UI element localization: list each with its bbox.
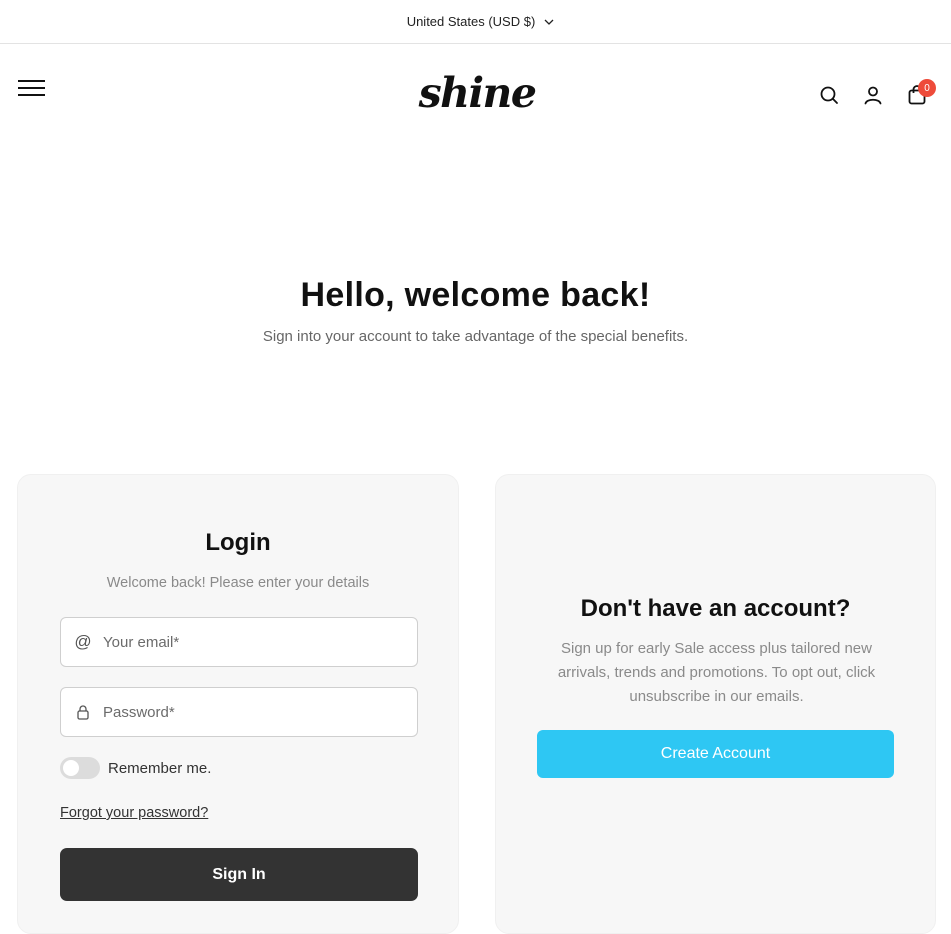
register-title: Don't have an account? — [580, 595, 851, 622]
password-input[interactable] — [103, 703, 417, 721]
page-title: Hello, welcome back! — [300, 276, 651, 314]
create-account-button[interactable]: Create Account — [537, 730, 894, 778]
register-card: Don't have an account? Sign up for early… — [495, 474, 936, 934]
password-field[interactable] — [60, 687, 418, 737]
cart-count-badge: 0 — [918, 79, 936, 97]
remember-me-label[interactable]: Remember me. — [108, 760, 211, 777]
currency-label: United States (USD $) — [406, 14, 536, 29]
register-description: Sign up for early Sale access plus tailo… — [557, 640, 876, 705]
login-card: Login Welcome back! Please enter your de… — [17, 474, 459, 934]
chevron-down-icon — [544, 19, 554, 25]
sign-in-button[interactable]: Sign In — [60, 848, 418, 901]
login-title: Login — [205, 529, 271, 556]
lock-icon — [75, 704, 91, 720]
user-icon[interactable] — [862, 84, 884, 106]
page-subtitle: Sign into your account to take advantage… — [262, 328, 689, 345]
forgot-password-link[interactable]: Forgot your password? — [60, 805, 208, 821]
site-logo[interactable]: shine — [419, 69, 537, 117]
login-subtitle: Welcome back! Please enter your details — [106, 575, 370, 591]
site-header: shine — [0, 44, 951, 144]
at-sign-icon: @ — [74, 632, 92, 651]
remember-me-toggle[interactable] — [60, 757, 100, 779]
email-input[interactable] — [103, 633, 417, 651]
email-field[interactable]: @ — [60, 617, 418, 667]
top-announcement-bar: United States (USD $) — [0, 0, 951, 44]
hamburger-menu-icon[interactable] — [18, 79, 46, 101]
currency-selector[interactable]: United States (USD $) — [407, 14, 555, 29]
remember-me-row: Remember me. — [60, 757, 211, 779]
search-icon[interactable] — [818, 84, 840, 106]
